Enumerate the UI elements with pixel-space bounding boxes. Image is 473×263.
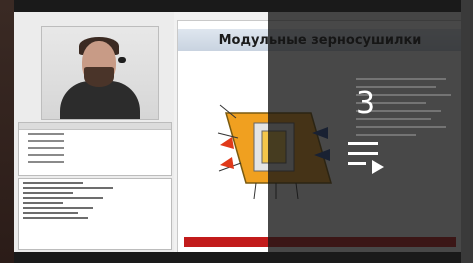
presenter-beard (84, 67, 114, 87)
headset-icon (118, 57, 126, 63)
webinar-left-panel (14, 12, 174, 252)
chat-line (23, 182, 83, 184)
chat-line (23, 197, 103, 199)
participants-header (19, 123, 171, 130)
chat-line (23, 187, 113, 189)
webcam-video (41, 26, 159, 120)
right-border (461, 0, 473, 263)
playlist-overlay[interactable] (268, 12, 461, 252)
playlist-play-icon (348, 142, 384, 174)
participants-list (18, 122, 172, 176)
chat-line (23, 192, 73, 194)
list-item (22, 145, 168, 151)
chat-line (23, 212, 78, 214)
list-item (22, 131, 168, 137)
chat-line (23, 207, 93, 209)
playlist-count: 3 (356, 86, 376, 121)
chat-line (23, 217, 88, 219)
left-border (0, 0, 14, 263)
video-thumbnail[interactable]: Модульные зерносушилки (0, 0, 473, 263)
list-item (22, 152, 168, 158)
list-item (22, 159, 168, 165)
list-item (22, 138, 168, 144)
chat-panel (18, 178, 172, 250)
chat-line (23, 202, 63, 204)
